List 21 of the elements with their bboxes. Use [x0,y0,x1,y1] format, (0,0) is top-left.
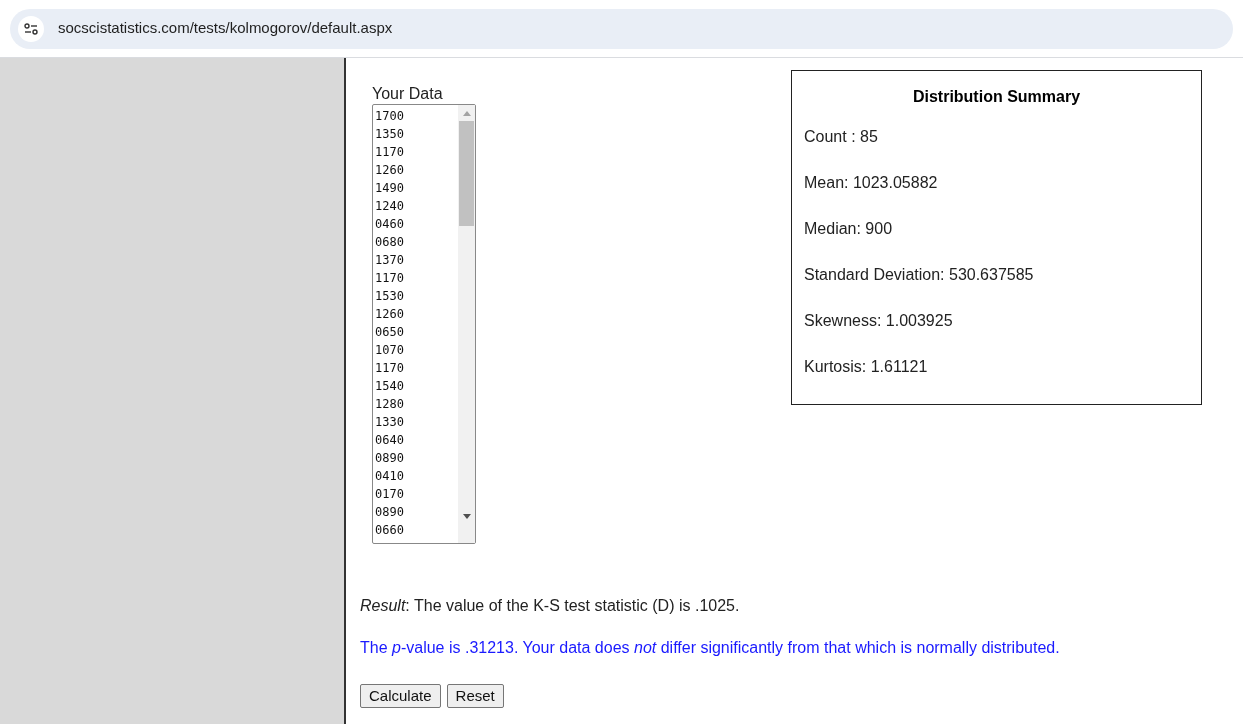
scroll-down-icon[interactable] [462,514,471,519]
scroll-up-icon[interactable] [462,111,471,116]
data-label: Your Data [372,84,444,104]
data-textarea[interactable]: 1700 1350 1170 1260 1490 1240 0460 0680 1370 1170 1530 1260 0650 1070 1170 1540 1280 1330 0640 0890 0410 0170 0890 0660 [372,104,476,544]
scrollbar[interactable] [458,105,475,543]
summary-stat: Count : 85 [804,127,879,147]
site-settings-icon[interactable] [18,15,44,42]
summary-stat: Median: 900 [804,219,894,239]
address-bar[interactable]: socscistatistics.com/tests/kolmogorov/default.aspx [10,8,1233,49]
data-values: 1700 1350 1170 1260 1490 1240 0460 0680 1370 1170 1530 1260 0650 1070 1170 1540 1280 1330 0640 0890 0410 0170 0890 0660 [374,108,405,539]
reset-button[interactable]: Reset [446,684,504,708]
summary-stat: Standard Deviation: 530.637585 [804,265,1035,285]
calculate-button[interactable]: Calculate [360,684,441,708]
scrollbar-thumb[interactable] [459,121,474,226]
summary-stat: Kurtosis: 1.61121 [804,357,929,377]
conclusion-text: The p-value is .31213. Your data does not differ significantly from that which is normally distributed. [360,638,1061,658]
summary-stat: Skewness: 1.003925 [804,311,954,331]
summary-title: Distribution Summary [911,87,1082,107]
summary-stat: Mean: 1023.05882 [804,173,939,193]
url-text[interactable]: socscistatistics.com/tests/kolmogorov/default.aspx [58,17,393,40]
result-text: Result: The value of the K-S test statistic (D) is .1025. [360,596,741,616]
